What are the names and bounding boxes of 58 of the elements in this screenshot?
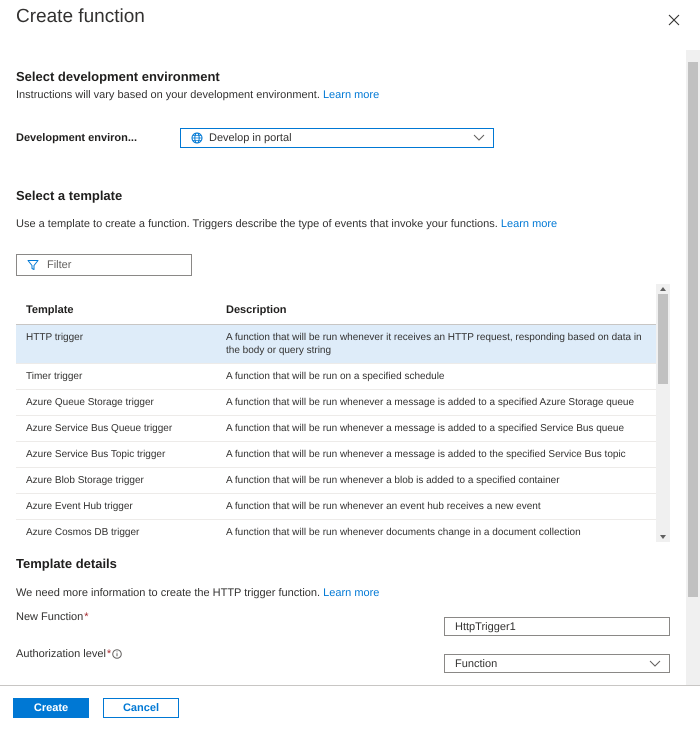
template-name: Timer trigger [25,370,84,384]
dropdown-value: Function [455,658,498,670]
template-name: Azure Cosmos DB trigger [25,526,140,540]
template-name: Azure Queue Storage trigger [25,396,155,410]
filter-placeholder: Filter [47,259,72,271]
filter-icon [27,259,39,271]
environment-dropdown[interactable]: Develop in portal [180,128,494,148]
template-name: Azure Event Hub trigger [25,500,134,514]
create-button[interactable]: Create [13,698,89,718]
cancel-button[interactable]: Cancel [103,698,179,718]
section-heading: Select a template [16,188,124,203]
template-description: A function that will be run whenever a blob is added to a specified container [225,474,561,488]
template-row[interactable]: Azure Service Bus Topic trigger A function that will be run whenever a message is added to the specified Service Bus topic [16,442,656,468]
column-header: Description [225,303,288,318]
chevron-down-icon [473,134,485,142]
template-row[interactable]: Azure Event Hub trigger A function that will be run whenever an event hub receives a new event [16,494,656,520]
scrollbar-thumb[interactable] [658,294,668,384]
page-scrollbar[interactable] [686,50,700,685]
template-description: A function that will be run on a specified schedule [225,370,446,384]
template-description: A function that will be run whenever a message is added to the specified Service Bus topic [225,448,627,462]
learn-more-link[interactable]: Learn more [322,89,380,101]
required-marker: * [84,611,89,623]
dropdown-value: Develop in portal [209,132,293,144]
template-description: A function that will be run whenever a message is added to a specified Azure Storage queue [225,396,636,410]
section-description: We need more information to create the HTTP trigger function. Learn more [16,587,380,599]
template-name: Azure Blob Storage trigger [25,474,145,488]
field-label-text: Authorization level [16,648,106,660]
field-label: Development environ... [16,132,138,144]
field-label-text: New Function [16,611,84,623]
section-description: Instructions will vary based on your development environment. Learn more [16,89,380,101]
template-name: Azure Service Bus Queue trigger [25,422,174,436]
section-heading: Template details [16,556,118,571]
template-row[interactable]: Azure Queue Storage trigger A function that will be run whenever a message is added to a specified Azure Storage queue [16,390,656,416]
template-row[interactable]: HTTP trigger A function that will be run whenever it receives an HTTP request, responding based on data in the body or query string [16,325,656,364]
scrollbar-thumb[interactable] [688,62,698,597]
window-title: Create function [16,6,145,28]
template-description: A function that will be run whenever documents change in a document collection [225,526,582,540]
template-description: A function that will be run whenever a message is added to a specified Service Bus queue [225,422,626,436]
template-description: A function that will be run whenever an event hub receives a new event [225,500,542,514]
template-name: Azure Service Bus Topic trigger [25,448,166,462]
chevron-down-icon [649,660,661,668]
template-row[interactable]: Azure Service Bus Queue trigger A function that will be run whenever a message is added to a specified Service Bus queue [16,416,656,442]
function-name-field[interactable]: HttpTrigger1 [444,617,670,636]
template-row[interactable]: Azure Blob Storage trigger A function that will be run whenever a blob is added to a specified container [16,468,656,494]
authorization-dropdown[interactable]: Function [444,654,670,673]
column-header: Template [25,303,74,318]
template-row[interactable]: Timer trigger A function that will be run on a specified schedule [16,364,656,390]
learn-more-link[interactable]: Learn more [500,218,558,230]
filter-field[interactable]: Filter [16,254,192,276]
close-button[interactable] [666,12,682,28]
template-description: A function that will be run whenever it receives an HTTP request, responding based on data in the body or query string [225,331,643,358]
globe-icon [191,132,203,144]
section-heading: Select development environment [16,69,221,84]
table-scrollbar[interactable] [656,284,670,542]
section-description: Use a template to create a function. Triggers describe the type of events that invoke your functions. Learn more [16,218,558,230]
required-marker: * [106,648,112,660]
learn-more-link[interactable]: Learn more [323,587,380,599]
template-name: HTTP trigger [25,331,84,345]
